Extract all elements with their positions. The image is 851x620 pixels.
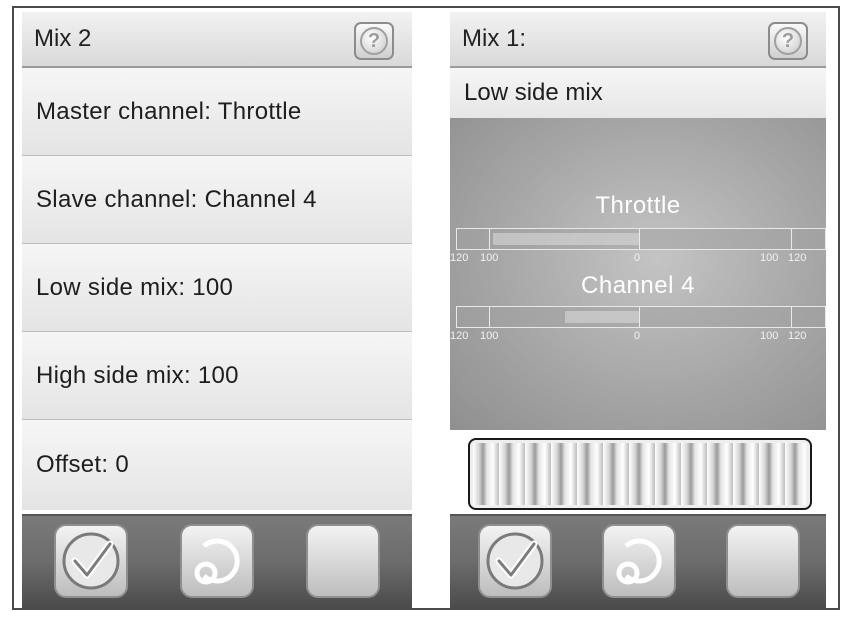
mix-2-screen: Mix 2 ? Master channel: Throttle Slave c… bbox=[22, 12, 412, 608]
screen-title: Mix 2 bbox=[34, 25, 92, 52]
channel-4-bar bbox=[456, 306, 826, 328]
menu-item-label: High side mix: 100 bbox=[36, 361, 239, 389]
undo-button[interactable] bbox=[602, 524, 676, 598]
channel-4-label: Channel 4 bbox=[581, 272, 695, 299]
blank-icon bbox=[742, 560, 784, 562]
menu-item-label: Offset: 0 bbox=[36, 451, 129, 478]
scale-label: 0 bbox=[634, 252, 641, 264]
channel-monitor: Throttle 120 100 0 100 120 Channel 4 120… bbox=[450, 118, 826, 430]
high-side-mix-item[interactable]: High side mix: 100 bbox=[22, 332, 412, 420]
tick-mark bbox=[489, 229, 490, 249]
mix-1-screen: Mix 1: ? Low side mix Throttle 120 100 0… bbox=[450, 12, 826, 608]
question-mark-icon: ? bbox=[360, 27, 388, 55]
scale-label: 120 bbox=[788, 330, 807, 342]
undo-button[interactable] bbox=[180, 524, 254, 598]
bottom-toolbar bbox=[450, 514, 826, 608]
tick-mark bbox=[639, 229, 640, 249]
subtitle-label: Low side mix bbox=[464, 79, 603, 106]
scale-label: 0 bbox=[634, 330, 641, 342]
throttle-label: Throttle bbox=[595, 192, 681, 219]
undo-icon bbox=[616, 538, 662, 585]
undo-icon bbox=[194, 538, 240, 585]
check-icon bbox=[486, 532, 544, 590]
slave-channel-item[interactable]: Slave channel: Channel 4 bbox=[22, 156, 412, 244]
blank-button[interactable] bbox=[306, 524, 380, 598]
check-icon bbox=[62, 532, 120, 590]
master-channel-item[interactable]: Master channel: Throttle bbox=[22, 68, 412, 156]
channel-4-level-fill bbox=[565, 311, 639, 323]
scale-label: 100 bbox=[760, 252, 779, 264]
throttle-bar bbox=[456, 228, 826, 250]
tick-mark bbox=[639, 307, 640, 327]
tick-mark bbox=[791, 307, 792, 327]
title-bar: Mix 2 ? bbox=[22, 12, 412, 68]
menu-item-label: Slave channel: Channel 4 bbox=[36, 185, 317, 213]
title-bar: Mix 1: ? bbox=[450, 12, 826, 68]
throttle-level-fill bbox=[493, 233, 639, 245]
menu-item-label: Master channel: Throttle bbox=[36, 97, 302, 125]
question-mark-icon: ? bbox=[774, 27, 802, 55]
roller-ridges bbox=[473, 443, 807, 505]
scale-label: 120 bbox=[450, 330, 469, 342]
offset-item[interactable]: Offset: 0 bbox=[22, 420, 412, 510]
help-button[interactable]: ? bbox=[354, 22, 394, 60]
blank-icon bbox=[322, 560, 364, 562]
mix-settings-list: Master channel: Throttle Slave channel: … bbox=[22, 68, 412, 510]
confirm-button[interactable] bbox=[54, 524, 128, 598]
scale-label: 100 bbox=[480, 330, 499, 342]
value-roller[interactable] bbox=[468, 438, 812, 510]
scale-label: 100 bbox=[760, 330, 779, 342]
blank-button[interactable] bbox=[726, 524, 800, 598]
scale-label: 100 bbox=[480, 252, 499, 264]
confirm-button[interactable] bbox=[478, 524, 552, 598]
scale-label: 120 bbox=[788, 252, 807, 264]
scale-label: 120 bbox=[450, 252, 469, 264]
parameter-subtitle: Low side mix bbox=[450, 68, 826, 118]
low-side-mix-item[interactable]: Low side mix: 100 bbox=[22, 244, 412, 332]
tick-mark bbox=[489, 307, 490, 327]
screen-title: Mix 1: bbox=[462, 25, 527, 52]
tick-mark bbox=[791, 229, 792, 249]
menu-item-label: Low side mix: 100 bbox=[36, 273, 234, 301]
bottom-toolbar bbox=[22, 514, 412, 608]
help-button[interactable]: ? bbox=[768, 22, 808, 60]
